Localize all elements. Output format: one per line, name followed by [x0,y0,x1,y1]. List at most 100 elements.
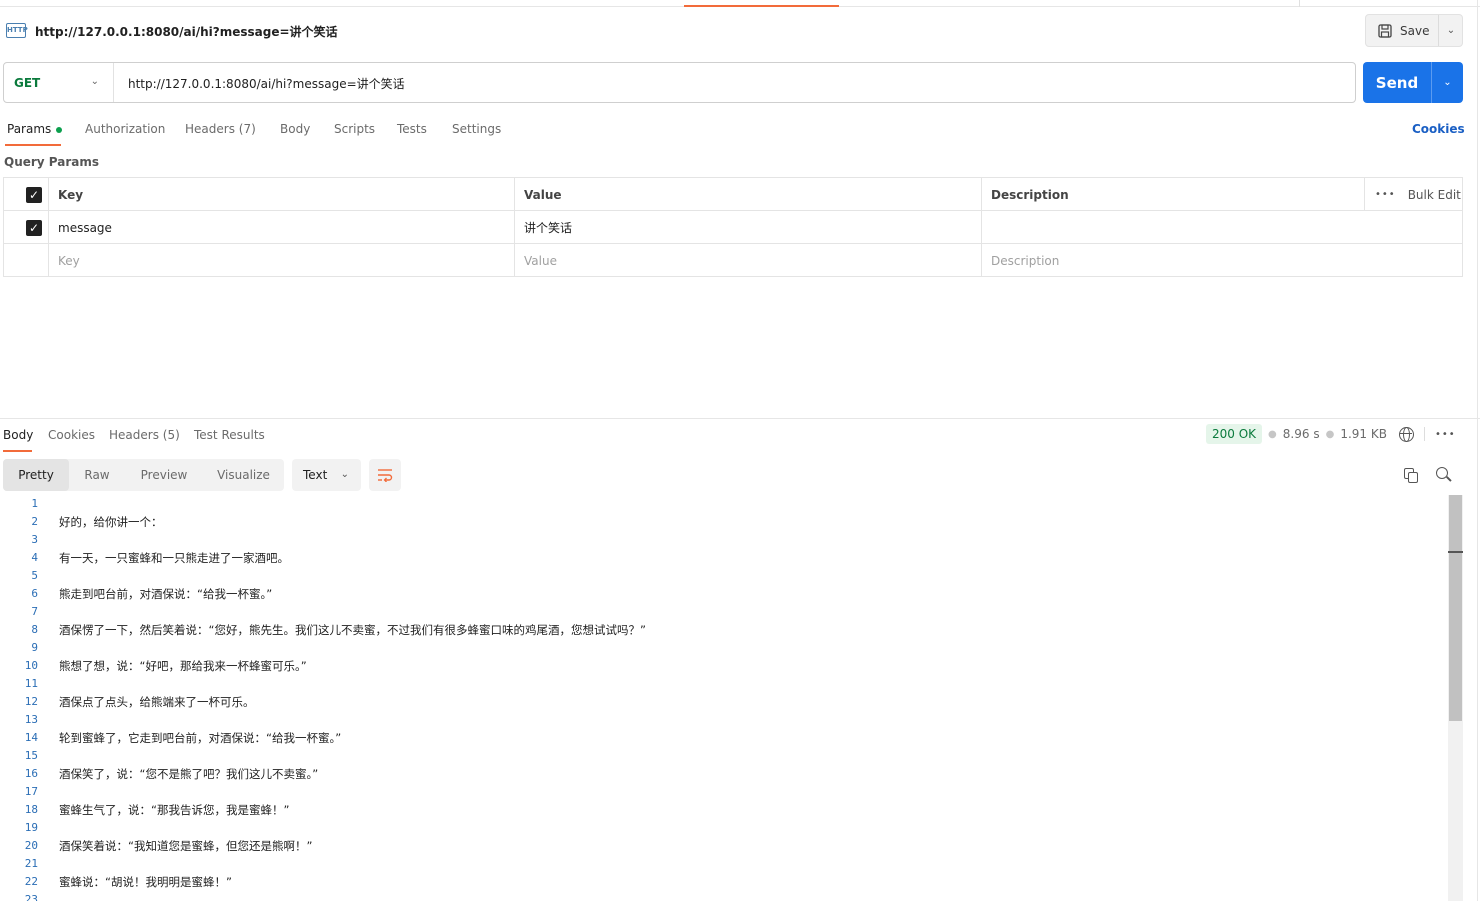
line-number: 10 [24,659,38,672]
view-visualize[interactable]: Visualize [203,459,284,491]
line-text: 熊想了想，说：“好吧，那给我来一杯蜂蜜可乐。” [59,659,307,673]
tab-underline [5,144,61,146]
line-number: 19 [24,821,38,834]
view-preview[interactable]: Preview [125,459,203,491]
line-number: 7 [31,605,38,618]
code-line: 5 [0,567,1440,585]
method-label: GET [14,75,41,90]
line-number: 21 [24,857,38,870]
response-tab-test-results[interactable]: Test Results [194,428,265,442]
line-number: 23 [24,893,38,901]
row-checkbox[interactable]: ✓ [26,219,42,236]
send-button[interactable]: Send [1363,62,1431,103]
line-text: 酒保点了点头，给熊端来了一杯可乐。 [59,695,255,709]
code-line: 8 酒保愣了一下，然后笑着说：“您好，熊先生。我们这儿不卖蜜，不过我们有很多蜂蜜口… [0,621,1440,639]
new-value-input[interactable]: Value [515,244,982,277]
table-row: ✓ message 讲个笑话 [4,211,1462,244]
response-time[interactable]: 8.96 s [1283,427,1320,441]
code-line: 12 酒保点了点头，给熊端来了一杯可乐。 [0,693,1440,711]
line-number: 1 [31,497,38,510]
line-number: 13 [24,713,38,726]
line-number: 16 [24,767,38,780]
bulk-edit-label: Bulk Edit [1407,187,1461,202]
select-all-checkbox[interactable]: ✓ [26,186,42,203]
line-number: 5 [31,569,38,582]
line-text: 轮到蜜蜂了，它走到吧台前，对酒保说：“给我一杯蜜。” [59,731,342,745]
response-body[interactable]: 1 2 好的，给你讲一个： 3 4 有一天，一只蜜蜂和一只熊走进了一家酒吧。 5 6 熊走到吧台… [0,495,1448,901]
tab-scripts[interactable]: Scripts [334,122,375,136]
bulk-edit-button[interactable]: ••• Bulk Edit [1364,178,1462,211]
line-number: 14 [24,731,38,744]
view-pretty[interactable]: Pretty [3,459,69,491]
new-key-input[interactable]: Key [49,244,515,277]
save-options-button[interactable]: ⌄ [1438,15,1463,46]
line-number: 3 [31,533,38,546]
copy-icon[interactable] [1404,468,1418,483]
search-icon[interactable] [1436,467,1452,483]
tab-params[interactable]: Params [7,122,63,136]
response-tab-body[interactable]: Body [3,428,33,442]
tab-tests[interactable]: Tests [397,122,427,136]
save-icon [1378,23,1392,38]
meta-separator: ● [1325,428,1335,440]
request-tabs: Params Authorization Headers (7) Body Sc… [0,118,1480,146]
line-number: 4 [31,551,38,564]
param-value[interactable]: 讲个笑话 [515,211,982,244]
response-meta: 200 OK ● 8.96 s ● 1.91 KB ••• [1206,424,1456,444]
line-number: 2 [31,515,38,528]
response-tab-headers[interactable]: Headers (5) [109,428,180,442]
new-description-input[interactable]: Description [982,244,1462,277]
line-number: 15 [24,749,38,762]
line-text: 熊走到吧台前，对酒保说：“给我一杯蜜。” [59,587,273,601]
row-checkbox-cell: ✓ [4,211,49,244]
code-line: 2 好的，给你讲一个： [0,513,1440,531]
column-value-header: Value [515,178,982,211]
tab-headers[interactable]: Headers (7) [185,122,256,136]
line-number: 22 [24,875,38,888]
cookies-link[interactable]: Cookies [1412,122,1465,136]
view-raw[interactable]: Raw [69,459,125,491]
wrap-lines-icon [378,469,393,482]
param-description[interactable] [982,211,1462,244]
send-button-group: Send ⌄ [1363,62,1463,103]
status-badge[interactable]: 200 OK [1206,424,1263,444]
format-select[interactable]: Text ⌄ [292,459,361,491]
wrap-lines-button[interactable] [369,459,401,491]
code-line: 4 有一天，一只蜜蜂和一只熊走进了一家酒吧。 [0,549,1440,567]
line-text: 蜜蜂生气了，说：“那我告诉您，我是蜜蜂！” [59,803,290,817]
line-text: 有一天，一只蜜蜂和一只熊走进了一家酒吧。 [59,551,289,565]
query-params-label: Query Params [4,155,100,169]
save-button[interactable]: Save [1366,15,1438,46]
tab-body[interactable]: Body [280,122,310,136]
tab-settings[interactable]: Settings [452,122,501,136]
code-line: 20 酒保笑着说：“我知道您是蜜蜂，但您还是熊啊！” [0,837,1440,855]
param-key[interactable]: message [49,211,515,244]
line-number: 11 [24,677,38,690]
table-row-new: Key Value Description [4,244,1462,277]
tab-authorization[interactable]: Authorization [85,122,165,136]
url-input[interactable]: http://127.0.0.1:8080/ai/hi?message=讲个笑话 [128,75,405,92]
response-tab-cookies[interactable]: Cookies [48,428,95,442]
more-options-icon[interactable]: ••• [1435,429,1456,440]
meta-separator: ● [1268,428,1277,440]
request-title[interactable]: http://127.0.0.1:8080/ai/hi?message=讲个笑话 [35,23,338,40]
chevron-down-icon: ⌄ [90,76,99,87]
table-header-row: ✓ Key Value Description ••• Bulk Edit [4,178,1462,211]
scrollbar-thumb[interactable] [1449,495,1462,721]
line-number: 12 [24,695,38,708]
active-tab-indicator [684,5,839,7]
response-size[interactable]: 1.91 KB [1340,427,1387,441]
response-scrollbar[interactable] [1448,495,1463,901]
code-line: 7 [0,603,1440,621]
send-options-button[interactable]: ⌄ [1431,62,1463,103]
globe-icon[interactable] [1398,426,1414,442]
response-divider[interactable] [0,418,1480,419]
line-number: 20 [24,839,38,852]
method-select[interactable]: GET ⌄ [4,63,114,102]
code-line: 23 [0,891,1440,901]
chevron-down-icon: ⌄ [1446,25,1456,36]
code-line: 9 [0,639,1440,657]
code-line: 17 [0,783,1440,801]
more-icon: ••• [1375,189,1396,200]
line-text: 酒保笑着说：“我知道您是蜜蜂，但您还是熊啊！” [59,839,313,853]
